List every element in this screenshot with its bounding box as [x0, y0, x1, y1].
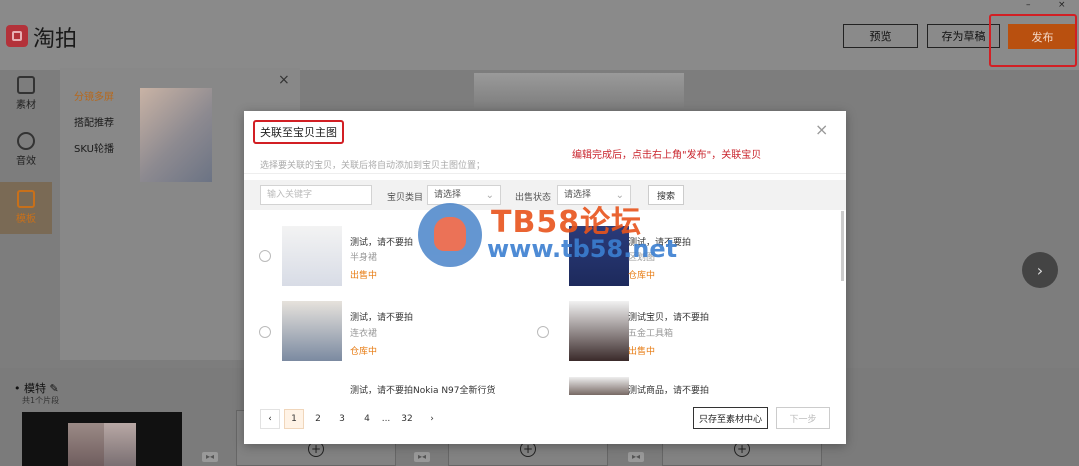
music-icon [17, 132, 35, 150]
scrollbar[interactable] [841, 211, 844, 281]
item-status: 出售中 [350, 271, 378, 281]
tool-label: 素材 [16, 100, 36, 111]
tool-sound[interactable]: 音效 [0, 124, 52, 176]
clip-image [104, 423, 136, 466]
item-category: 五金工具箱 [628, 329, 674, 339]
transition-icon[interactable]: ▸◂ [414, 452, 430, 462]
item-radio[interactable] [259, 326, 271, 338]
template-thumbnail[interactable] [140, 88, 212, 182]
keyword-input[interactable]: 输入关键字 [260, 185, 372, 205]
instruction-annotation: 编辑完成后，点击右上角"发布"，关联宝贝 [572, 150, 762, 161]
item-image [282, 301, 342, 361]
panel-close-icon[interactable]: × [278, 72, 290, 88]
close-window-icon[interactable]: × [1058, 0, 1066, 10]
pager-next[interactable]: › [422, 409, 442, 429]
preview-button[interactable]: 预览 [843, 24, 918, 48]
next-step-button[interactable]: 下一步 [776, 407, 830, 429]
transition-icon[interactable]: ▸◂ [628, 452, 644, 462]
category-value: 请选择 [434, 190, 462, 200]
title-highlight-box [253, 120, 344, 144]
timeline-title-text: 模特 [24, 382, 46, 395]
pager-page[interactable]: 2 [308, 409, 328, 429]
item-status: 出售中 [628, 347, 656, 357]
pager-page[interactable]: 3 [332, 409, 352, 429]
category-select[interactable]: 请选择 ⌄ [427, 185, 501, 205]
divider [244, 173, 846, 174]
dialog-close-icon[interactable]: × [815, 120, 828, 139]
item-title: 测试宝贝，请不要拍 [628, 313, 710, 323]
tool-material[interactable]: 素材 [0, 68, 52, 120]
app-logo-icon [6, 25, 28, 47]
publish-highlight-box [989, 14, 1077, 67]
next-arrow-icon[interactable]: › [1022, 252, 1058, 288]
tool-template[interactable]: 模板 [0, 182, 52, 234]
search-button[interactable]: 搜索 [648, 185, 684, 205]
pager-page[interactable]: 32 [395, 409, 419, 429]
transition-icon[interactable]: ▸◂ [202, 452, 218, 462]
folder-icon [17, 76, 35, 94]
pager-page[interactable]: 1 [284, 409, 304, 429]
item-image [569, 377, 629, 397]
tool-label: 模板 [16, 214, 36, 225]
item-image [282, 226, 342, 286]
template-icon [17, 190, 35, 208]
item-category: 连衣裙 [350, 329, 378, 339]
save-to-material-button[interactable]: 只存至素材中心 [693, 407, 768, 429]
item-image [569, 301, 629, 361]
clip-image [68, 423, 108, 466]
item-status: 仓库中 [350, 347, 378, 357]
item-title: 测试，请不要拍 [350, 238, 414, 248]
app-name: 淘拍 [33, 27, 78, 52]
item-category: 半身裙 [350, 253, 378, 263]
pager-page[interactable]: 4 [357, 409, 377, 429]
timeline-title: • 模特 ✎ [14, 382, 59, 395]
item-title: 测试，请不要拍 [350, 313, 414, 323]
panel-item-sku[interactable]: SKU轮播 [74, 140, 114, 155]
canvas-preview [474, 73, 684, 113]
category-label: 宝贝类目 [387, 193, 424, 203]
dialog-hint: 选择要关联的宝贝，关联后将自动添加到宝贝主图位置； [260, 161, 486, 171]
timeline-subtitle: 共1个片段 [22, 396, 60, 405]
item-radio[interactable] [259, 250, 271, 262]
tool-label: 音效 [16, 156, 36, 167]
pager-prev[interactable]: ‹ [260, 409, 280, 429]
watermark-logo-icon [418, 203, 482, 267]
watermark-url: www.tb58.net [487, 235, 678, 263]
pager-ellipsis: ... [376, 409, 396, 429]
link-item-dialog: 关联至宝贝主图 × 编辑完成后，点击右上角"发布"，关联宝贝 选择要关联的宝贝，… [244, 111, 846, 444]
panel-item-match[interactable]: 搭配推荐 [74, 114, 114, 129]
minimize-icon[interactable]: – [1026, 0, 1031, 10]
panel-item-multiscreen[interactable]: 分镜多屏 [74, 88, 114, 103]
item-radio[interactable] [537, 326, 549, 338]
item-status: 仓库中 [628, 271, 656, 281]
